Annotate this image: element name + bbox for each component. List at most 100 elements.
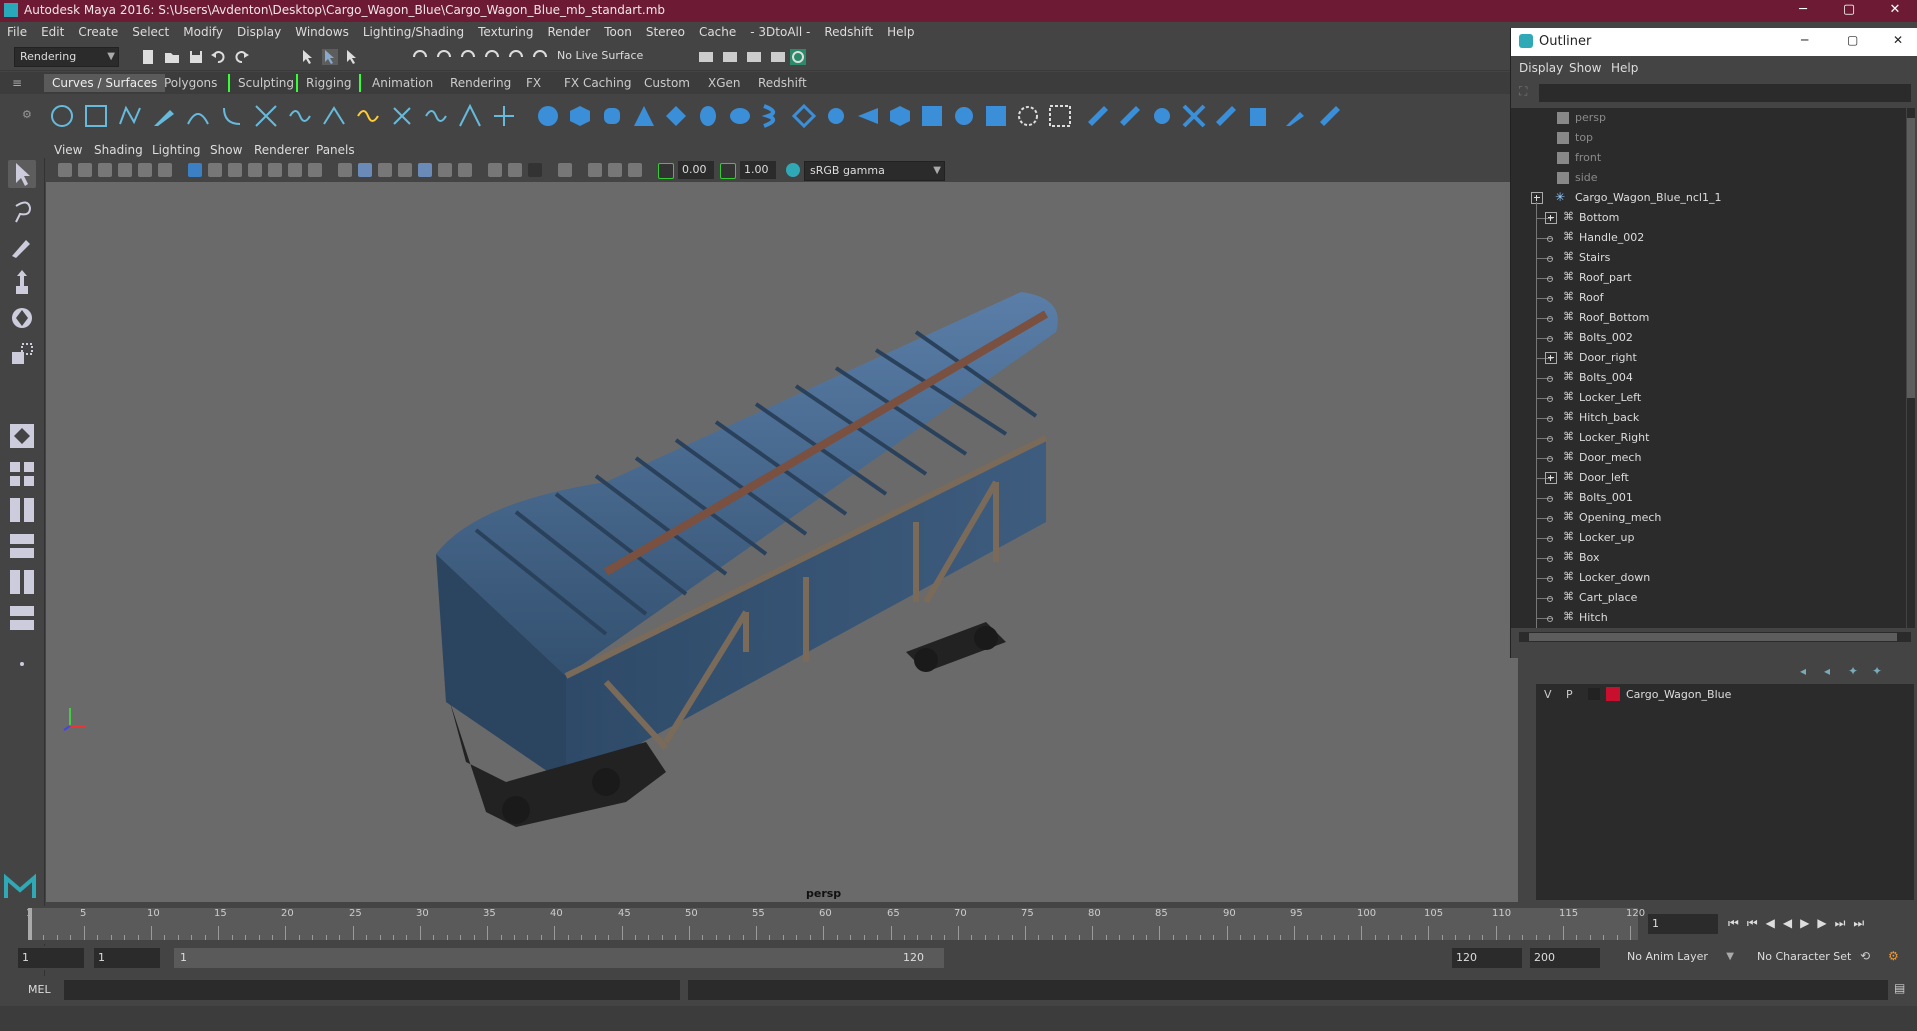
ipr-render-icon[interactable] bbox=[746, 49, 762, 65]
hypershade-icon[interactable] bbox=[790, 49, 806, 65]
resolution-gate-icon[interactable] bbox=[228, 163, 242, 177]
planar-icon[interactable] bbox=[458, 104, 482, 128]
curve-attach-icon[interactable] bbox=[288, 104, 312, 128]
anti-aliasing-icon[interactable] bbox=[528, 163, 542, 177]
collapse-icon[interactable] bbox=[1531, 192, 1543, 204]
curve-detach-icon[interactable] bbox=[322, 104, 346, 128]
viewport-menu-show[interactable]: Show bbox=[210, 143, 242, 157]
cv-curve-icon[interactable] bbox=[118, 104, 142, 128]
menu-toon[interactable]: Toon bbox=[597, 22, 639, 42]
outliner-item-side[interactable]: side bbox=[1511, 168, 1906, 188]
tab-polygons[interactable]: Polygons bbox=[156, 74, 225, 92]
go-to-end-icon[interactable]: ⏭ bbox=[1853, 916, 1872, 930]
current-frame-field[interactable]: 1 bbox=[1648, 914, 1718, 934]
outliner-vertical-scrollbar[interactable] bbox=[1907, 108, 1915, 628]
snap-grid-icon[interactable] bbox=[412, 49, 428, 65]
character-set-selector[interactable]: No Character Set bbox=[1752, 948, 1857, 966]
current-time-indicator[interactable] bbox=[28, 908, 32, 940]
extrude-surface-icon[interactable] bbox=[856, 104, 880, 128]
snap-view-plane-icon[interactable] bbox=[508, 49, 524, 65]
outliner-item-locker-up[interactable]: ⌘ Locker_up bbox=[1511, 528, 1906, 548]
motion-blur-icon[interactable] bbox=[508, 163, 522, 177]
camera-select-icon[interactable] bbox=[58, 163, 72, 177]
tab-curves-surfaces[interactable]: Curves / Surfaces bbox=[44, 74, 166, 92]
menu-lighting-shading[interactable]: Lighting/Shading bbox=[356, 22, 471, 42]
pencil-curve-icon[interactable] bbox=[152, 104, 176, 128]
preferences-icon[interactable]: ⚙ bbox=[1888, 949, 1899, 963]
outliner-menu-display[interactable]: Display bbox=[1519, 61, 1563, 75]
detach-surface-icon[interactable] bbox=[984, 104, 1008, 128]
bookmark-icon[interactable] bbox=[98, 163, 112, 177]
menu-modify[interactable]: Modify bbox=[176, 22, 230, 42]
safe-title-icon[interactable] bbox=[308, 163, 322, 177]
select-object-icon[interactable] bbox=[322, 49, 338, 65]
outliner-item-bolts-004[interactable]: ⌘ Bolts_004 bbox=[1511, 368, 1906, 388]
rebuild-surface-icon[interactable] bbox=[1086, 104, 1110, 128]
menu-render[interactable]: Render bbox=[541, 22, 598, 42]
outliner-item-bottom[interactable]: ⌘ Bottom bbox=[1511, 208, 1906, 228]
nurbs-cylinder-icon[interactable] bbox=[600, 104, 624, 128]
mode-selector[interactable]: Rendering ▼ bbox=[14, 47, 119, 67]
nurbs-cone-icon[interactable] bbox=[632, 104, 656, 128]
paint-icon[interactable] bbox=[1284, 104, 1308, 128]
new-layer-selected-icon[interactable]: ✦ bbox=[1872, 664, 1882, 678]
time-slider-track[interactable]: 1510152025303540455055606570758085909510… bbox=[26, 908, 1645, 940]
outliner-item-bolts-002[interactable]: ⌘ Bolts_002 bbox=[1511, 328, 1906, 348]
reverse-surface-icon[interactable] bbox=[1118, 104, 1142, 128]
nurbs-square-icon[interactable] bbox=[84, 104, 108, 128]
tab-xgen[interactable]: XGen bbox=[700, 74, 749, 92]
arc-tool-icon[interactable] bbox=[220, 104, 244, 128]
outliner-item-door-mech[interactable]: ⌘ Door_mech bbox=[1511, 448, 1906, 468]
layer-move-up-icon[interactable]: ◂ bbox=[1800, 664, 1806, 678]
outliner-item-persp[interactable]: persp bbox=[1511, 108, 1906, 128]
expand-icon[interactable] bbox=[1545, 472, 1557, 484]
menu-file[interactable]: File bbox=[0, 22, 34, 42]
viewport-menu-shading[interactable]: Shading bbox=[94, 143, 143, 157]
wireframe-on-shaded-icon[interactable] bbox=[378, 163, 392, 177]
shelf-menu-icon[interactable]: ≡ bbox=[4, 74, 30, 92]
step-forward-key-icon[interactable]: ⏭ bbox=[1835, 916, 1854, 930]
menu-windows[interactable]: Windows bbox=[288, 22, 356, 42]
outliner-layout-icon[interactable] bbox=[8, 532, 36, 560]
outliner-item-handle-002[interactable]: ⌘ Handle_002 bbox=[1511, 228, 1906, 248]
redo-icon[interactable] bbox=[234, 49, 250, 65]
lasso-tool-icon[interactable] bbox=[8, 196, 36, 224]
nurbs-cube-icon[interactable] bbox=[568, 104, 592, 128]
play-back-icon[interactable]: ◀ bbox=[1783, 916, 1800, 930]
outliner-item-hitch[interactable]: ⌘ Hitch bbox=[1511, 608, 1906, 628]
wireframe-icon[interactable] bbox=[338, 163, 352, 177]
playback-end-field[interactable]: 120 bbox=[1452, 948, 1522, 968]
untrim-icon[interactable] bbox=[1048, 104, 1072, 128]
persp-outliner-layout-icon[interactable] bbox=[8, 604, 36, 632]
xray-active-icon[interactable] bbox=[608, 163, 622, 177]
field-chart-icon[interactable] bbox=[268, 163, 282, 177]
scrollbar-thumb[interactable] bbox=[1907, 118, 1915, 398]
nurbs-torus-icon[interactable] bbox=[696, 104, 720, 128]
playback-start-field[interactable]: 1 bbox=[94, 948, 160, 968]
bevel-icon[interactable] bbox=[824, 104, 848, 128]
insert-isoparm-icon[interactable] bbox=[920, 104, 944, 128]
film-gate-icon[interactable] bbox=[208, 163, 222, 177]
boundary-icon[interactable] bbox=[792, 104, 816, 128]
menu-redshift[interactable]: Redshift bbox=[817, 22, 880, 42]
loft-icon[interactable] bbox=[424, 104, 448, 128]
play-forward-icon[interactable]: ▶ bbox=[1800, 916, 1817, 930]
revolve-icon[interactable] bbox=[390, 104, 414, 128]
outliner-horizontal-scrollbar[interactable] bbox=[1519, 632, 1911, 642]
rotate-tool-icon[interactable] bbox=[8, 304, 36, 332]
exposure-icon[interactable] bbox=[658, 163, 674, 179]
layer-move-down-icon[interactable]: ◂ bbox=[1824, 664, 1830, 678]
snap-projected-icon[interactable] bbox=[484, 49, 500, 65]
outliner-item-top[interactable]: top bbox=[1511, 128, 1906, 148]
menu-display[interactable]: Display bbox=[230, 22, 288, 42]
step-forward-frame-icon[interactable]: ▶ bbox=[1817, 916, 1834, 930]
use-all-lights-icon[interactable] bbox=[438, 163, 452, 177]
layer-color-swatch[interactable] bbox=[1606, 687, 1620, 701]
tab-fx[interactable]: FX bbox=[518, 74, 549, 92]
layer-visibility-toggle[interactable]: V bbox=[1544, 688, 1552, 701]
tab-rendering[interactable]: Rendering bbox=[442, 74, 519, 92]
safe-action-icon[interactable] bbox=[288, 163, 302, 177]
sew-icon[interactable] bbox=[1182, 104, 1206, 128]
attach-surface-icon[interactable] bbox=[952, 104, 976, 128]
graph-layout-icon[interactable] bbox=[8, 568, 36, 596]
